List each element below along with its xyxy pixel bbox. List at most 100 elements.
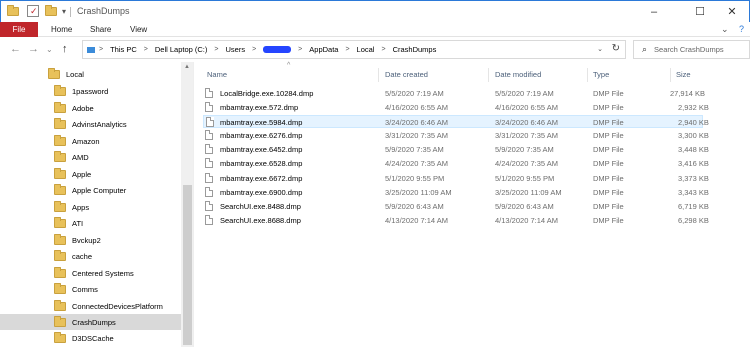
tab-home[interactable]: Home (51, 25, 72, 34)
close-button[interactable]: ✕ (712, 1, 750, 22)
tree-item-d3dscache[interactable]: D3DSCache (0, 330, 181, 346)
file-icon (206, 117, 214, 127)
refresh-icon[interactable]: ↻ (612, 43, 620, 54)
forward-button[interactable]: → (28, 43, 39, 55)
minimize-button[interactable]: – (634, 1, 674, 22)
navigation-bar: ← → ⌄ ↑ > This PC > Dell Laptop (C:) > U… (0, 38, 750, 62)
tree-item-apps[interactable]: Apps (0, 199, 181, 215)
folder-icon (54, 299, 66, 311)
customize-toolbar-icon[interactable]: ▾ (62, 5, 66, 18)
address-dropdown-icon[interactable]: ⌄ (597, 45, 603, 53)
file-row[interactable]: mbamtray.exe.6528.dmp 4/24/2020 7:35 AM … (203, 157, 709, 170)
file-row[interactable]: mbamtray.exe.6276.dmp 3/31/2020 7:35 AM … (203, 129, 709, 142)
expand-ribbon-icon[interactable]: ⌄ (721, 24, 729, 35)
folder-icon (54, 315, 66, 327)
scrollbar-thumb[interactable] (183, 185, 192, 345)
file-tab[interactable]: File (0, 22, 38, 37)
breadcrumb-users[interactable]: Users (225, 45, 245, 54)
folder-icon (54, 331, 66, 343)
tree-item-apple-computer[interactable]: Apple Computer (0, 182, 181, 198)
tree-item-comms[interactable]: Comms (0, 281, 181, 297)
tree-item-amazon[interactable]: Amazon (0, 133, 181, 149)
folder-icon (54, 84, 66, 96)
file-icon (205, 130, 213, 140)
file-row[interactable]: mbamtray.exe.6452.dmp 5/9/2020 7:35 AM 5… (203, 143, 709, 156)
column-divider[interactable] (670, 68, 671, 82)
sidebar-scrollbar[interactable]: ▲ (181, 62, 193, 347)
column-date-modified[interactable]: Date modified (495, 70, 541, 79)
toolbar-divider (70, 7, 71, 17)
column-size[interactable]: Size (676, 70, 691, 79)
folder-icon (54, 134, 66, 146)
properties-icon[interactable]: ✓ (27, 5, 39, 17)
tree-item-amd[interactable]: AMD (0, 149, 181, 165)
file-icon (205, 187, 213, 197)
tree-item-local[interactable]: Local (0, 66, 181, 82)
tree-item-cache[interactable]: cache (0, 248, 181, 264)
tree-item-bvckup2[interactable]: Bvckup2 (0, 232, 181, 248)
address-bar[interactable]: > This PC > Dell Laptop (C:) > Users > >… (82, 40, 626, 59)
tree-item-apple[interactable]: Apple (0, 166, 181, 182)
breadcrumb-crashdumps[interactable]: CrashDumps (393, 45, 437, 54)
folder-icon (54, 266, 66, 278)
back-button[interactable]: ← (10, 43, 21, 55)
tree-item-1password[interactable]: 1password (0, 83, 181, 99)
folder-icon (54, 282, 66, 294)
column-type[interactable]: Type (593, 70, 609, 79)
help-icon[interactable]: ? (739, 24, 744, 34)
tree-item-crashdumps[interactable]: CrashDumps (0, 314, 181, 330)
sort-ascending-icon: ^ (287, 62, 291, 69)
scroll-up-icon[interactable]: ▲ (184, 64, 190, 70)
folder-icon (54, 167, 66, 179)
folder-icon (54, 150, 66, 162)
file-list: ^ Name Date created Date modified Type S… (195, 62, 750, 347)
file-icon (205, 102, 213, 112)
file-icon (205, 144, 213, 154)
tree-item-advinstanalytics[interactable]: AdvinstAnalytics (0, 116, 181, 132)
file-icon (205, 201, 213, 211)
breadcrumb-appdata[interactable]: AppData (309, 45, 338, 54)
file-icon (205, 173, 213, 183)
this-pc-icon (87, 46, 95, 53)
tree-item-centered-systems[interactable]: Centered Systems (0, 265, 181, 281)
new-folder-icon[interactable] (45, 5, 57, 18)
folder-icon (54, 233, 66, 245)
file-row[interactable]: mbamtray.exe.6672.dmp 5/1/2020 9:55 PM 5… (203, 172, 709, 185)
tab-view[interactable]: View (130, 25, 147, 34)
file-icon (205, 215, 213, 225)
folder-icon (54, 249, 66, 261)
column-divider[interactable] (378, 68, 379, 82)
folder-icon (48, 67, 60, 79)
file-row[interactable]: SearchUI.exe.8488.dmp 5/9/2020 6:43 AM 5… (203, 200, 709, 213)
folder-icon (54, 216, 66, 228)
column-divider[interactable] (488, 68, 489, 82)
folder-icon (54, 183, 66, 195)
ribbon: File Home Share View ⌄ ? (0, 22, 750, 37)
folder-icon[interactable] (7, 5, 19, 18)
file-row[interactable]: mbamtray.exe.572.dmp 4/16/2020 6:55 AM 4… (203, 101, 709, 114)
file-row[interactable]: LocalBridge.exe.10284.dmp 5/5/2020 7:19 … (203, 87, 705, 100)
tree-item-connecteddevicesplatform[interactable]: ConnectedDevicesPlatform (0, 298, 181, 314)
tab-share[interactable]: Share (90, 25, 111, 34)
recent-locations-button[interactable]: ⌄ (46, 45, 53, 54)
column-divider[interactable] (587, 68, 588, 82)
file-row[interactable]: SearchUI.exe.8688.dmp 4/13/2020 7:14 AM … (203, 214, 709, 227)
search-placeholder: Search CrashDumps (654, 45, 724, 54)
up-button[interactable]: ↑ (62, 43, 68, 55)
file-icon (205, 88, 213, 98)
folder-icon (54, 200, 66, 212)
redacted-username (263, 46, 292, 53)
tree-item-adobe[interactable]: Adobe (0, 100, 181, 116)
tree-item-ati[interactable]: ATI (0, 215, 181, 231)
column-date-created[interactable]: Date created (385, 70, 428, 79)
file-row[interactable]: mbamtray.exe.6900.dmp 3/25/2020 11:09 AM… (203, 186, 709, 199)
breadcrumb-local[interactable]: Local (357, 45, 375, 54)
file-icon (205, 158, 213, 168)
file-row-highlighted[interactable]: mbamtray.exe.5984.dmp 3/24/2020 6:46 AM … (203, 115, 709, 128)
column-name[interactable]: Name (207, 70, 227, 79)
breadcrumb-this-pc[interactable]: This PC (110, 45, 137, 54)
breadcrumb-drive[interactable]: Dell Laptop (C:) (155, 45, 208, 54)
navigation-pane: Local 1password Adobe AdvinstAnalytics A… (0, 62, 194, 347)
search-box[interactable]: ⌕ Search CrashDumps (633, 40, 750, 59)
folder-icon (54, 101, 66, 113)
